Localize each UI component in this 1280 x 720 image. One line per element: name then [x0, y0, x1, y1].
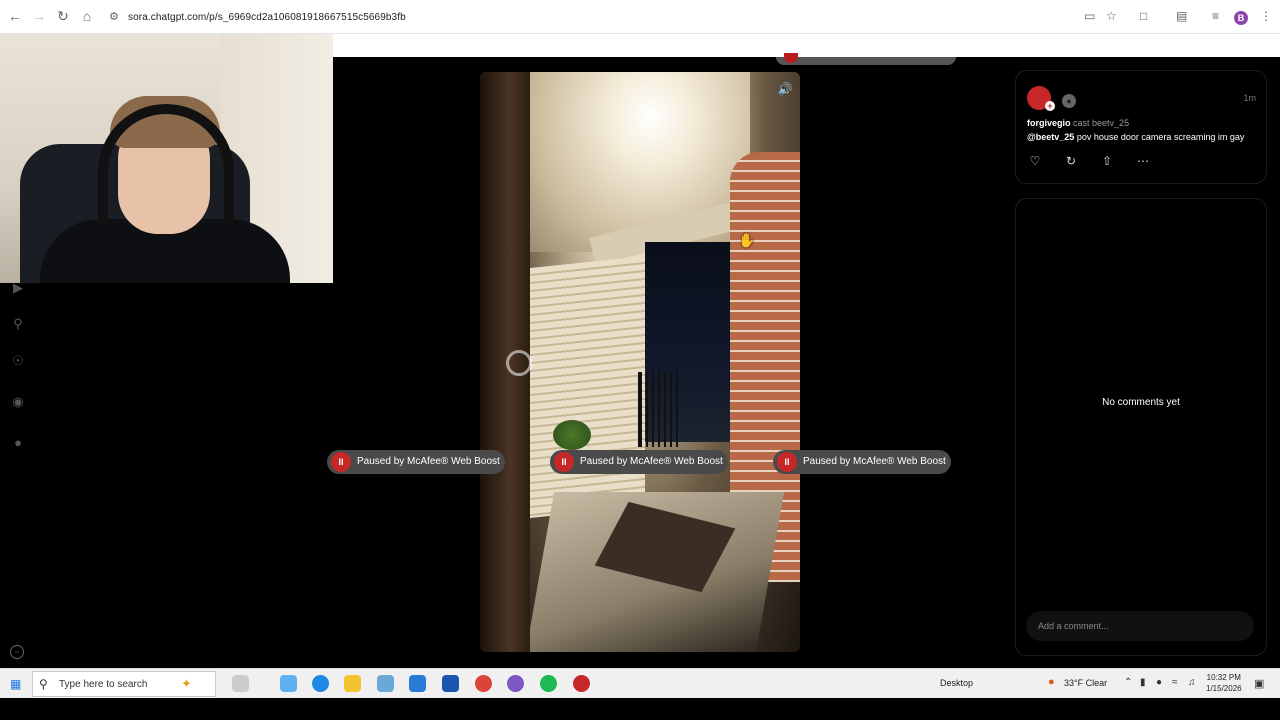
photos-app-icon[interactable] [377, 675, 394, 692]
discord-icon[interactable] [507, 675, 524, 692]
chrome-icon[interactable] [475, 675, 492, 692]
heart-icon[interactable]: ♡ [1027, 153, 1043, 169]
windows-taskbar: ▦ ⚲ Type here to search ✦ Desktop ● 33°F… [0, 668, 1280, 698]
mcafee-paused-pill[interactable]: II Paused by McAfee® Web Boost [550, 450, 728, 474]
sora-watermark-icon [506, 350, 532, 376]
pause-icon: II [777, 452, 797, 472]
railing [638, 372, 678, 447]
cameo-user-icon[interactable]: ● [1062, 94, 1076, 108]
page-header-strip [332, 34, 1280, 57]
video-player[interactable]: 🔊 [480, 72, 800, 652]
taskbar-clock[interactable]: 10:32 PM 1/15/2026 [1206, 672, 1242, 694]
trophy-icon[interactable]: ☉ [10, 353, 26, 369]
chevron-up-icon[interactable]: ⌃ [1124, 677, 1132, 688]
battery-icon[interactable]: ▮ [1140, 677, 1146, 688]
taskbar-search[interactable]: ⚲ Type here to search ✦ [32, 671, 216, 697]
comments-panel: No comments yet Add a comment... [1015, 198, 1267, 656]
clock-date: 1/15/2026 [1206, 684, 1242, 693]
search-glass-icon: ⚲ [39, 677, 48, 691]
reload-icon[interactable]: ↻ [54, 8, 72, 25]
mail-app-icon[interactable] [409, 675, 426, 692]
minus-circle-icon[interactable]: − [10, 645, 24, 659]
bookmark-star-icon[interactable]: ☆ [1106, 9, 1117, 23]
edge-icon[interactable] [312, 675, 329, 692]
no-comments-text: No comments yet [1102, 397, 1180, 408]
post-time: 1m [1243, 93, 1256, 103]
search-icon[interactable]: ⚲ [10, 316, 26, 332]
mcafee-paused-badge-partial [776, 53, 956, 65]
task-view-icon[interactable] [232, 675, 249, 692]
desktop-label[interactable]: Desktop [940, 678, 973, 688]
notification-icon[interactable]: ▣ [1254, 677, 1264, 690]
caption-text: pov house door camera screaming im gay [1076, 132, 1245, 142]
wifi-icon[interactable]: ≈ [1172, 677, 1178, 688]
spotify-icon[interactable] [540, 675, 557, 692]
site-info-icon[interactable]: ⚙ [109, 10, 121, 23]
taskbar-search-placeholder: Type here to search [59, 679, 148, 690]
copilot-app-icon[interactable] [280, 675, 297, 692]
profile-avatar[interactable]: B [1234, 11, 1248, 25]
remix-icon[interactable]: ↻ [1063, 153, 1079, 169]
store-app-icon[interactable] [442, 675, 459, 692]
mcafee-paused-pill[interactable]: II Paused by McAfee® Web Boost [773, 450, 951, 474]
forward-arrow-icon[interactable]: → [30, 8, 48, 24]
address-bar[interactable]: sora.chatgpt.com/p/s_6969cd2a10608191866… [128, 12, 406, 23]
speaker-icon[interactable]: 🔊 [776, 80, 794, 98]
extensions-icon[interactable]: □ [1140, 9, 1147, 23]
more-icon[interactable]: ⋯ [1135, 153, 1151, 169]
follow-plus-icon[interactable]: + [1045, 101, 1055, 111]
post-card: + ● 1m forgivegio cast beetv_25 @beetv_2… [1015, 70, 1267, 184]
reading-list-icon[interactable]: ≡ [1212, 9, 1219, 23]
windows-start-icon[interactable]: ▦ [10, 677, 21, 691]
post-caption: @beetv_25 pov house door camera screamin… [1027, 132, 1244, 142]
volume-icon[interactable]: ♫ [1188, 677, 1196, 688]
file-explorer-icon[interactable] [344, 675, 361, 692]
back-arrow-icon[interactable]: ← [6, 8, 24, 24]
paused-label: Paused by McAfee® Web Boost [580, 456, 723, 467]
caption-mention[interactable]: @beetv_25 [1027, 132, 1074, 142]
weather-text[interactable]: 33°F Clear [1064, 678, 1107, 688]
author-username[interactable]: forgivegio [1027, 118, 1071, 128]
paused-label: Paused by McAfee® Web Boost [357, 456, 500, 467]
profile-icon[interactable]: ● [10, 435, 26, 451]
microphone-icon[interactable]: ● [1156, 677, 1162, 688]
copilot-sparkle-icon: ✦ [181, 676, 192, 691]
share-icon[interactable]: ⇧ [1099, 153, 1115, 169]
install-app-icon[interactable]: ▭ [1084, 9, 1095, 23]
webcam-overlay [0, 34, 333, 283]
author-line: forgivegio cast beetv_25 [1027, 118, 1129, 128]
pause-icon: II [331, 452, 351, 472]
side-panel-icon[interactable]: ▤ [1176, 9, 1187, 23]
hand-cursor-icon: ✋ [738, 232, 756, 248]
browser-menu-icon[interactable]: ⋮ [1260, 9, 1272, 23]
browser-toolbar: ← → ↻ ⌂ ⚙ sora.chatgpt.com/p/s_6969cd2a1… [0, 0, 1280, 34]
clock-time: 10:32 PM [1206, 673, 1241, 682]
plant [553, 420, 591, 450]
cast-text: cast beetv_25 [1073, 118, 1130, 128]
weather-icon: ● [1048, 676, 1055, 688]
mcafee-paused-pill[interactable]: II Paused by McAfee® Web Boost [327, 450, 505, 474]
mcafee-app-icon[interactable] [573, 675, 590, 692]
pause-icon: II [554, 452, 574, 472]
bell-icon[interactable]: ◉ [10, 394, 26, 410]
comment-input[interactable]: Add a comment... [1026, 611, 1254, 641]
paused-label: Paused by McAfee® Web Boost [803, 456, 946, 467]
home-browser-icon[interactable]: ⌂ [78, 8, 96, 24]
